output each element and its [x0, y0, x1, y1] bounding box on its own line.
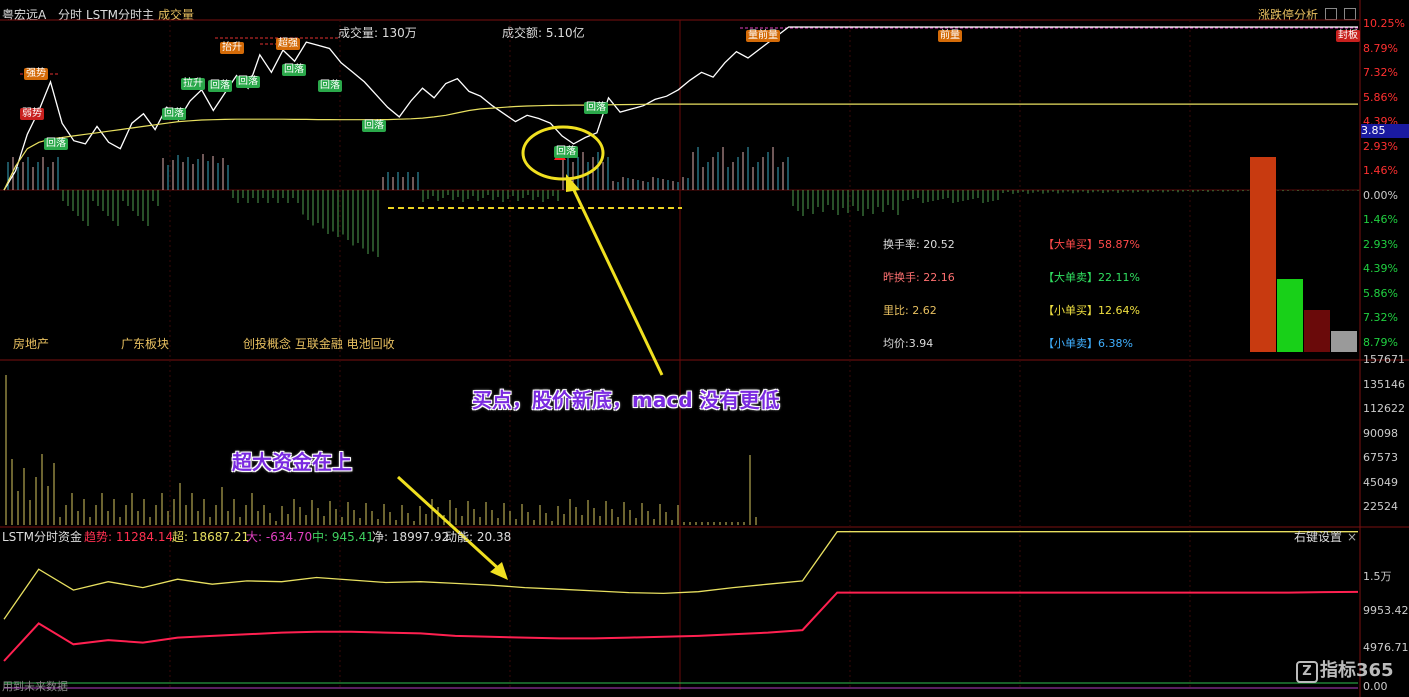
fund-super: 超: 18687.21 — [172, 530, 250, 544]
order-ratio-bar-大单买 — [1250, 157, 1276, 352]
watermark-text: 指标365 — [1320, 660, 1394, 681]
fund-momentum: 动能: 20.38 — [445, 530, 512, 544]
price-axis-label: 8.79% — [1363, 335, 1398, 349]
fund-axis-label: 1.5万 — [1363, 570, 1392, 583]
signal-tag-retrace: 回落 — [44, 138, 68, 150]
sector-realestate[interactable]: 房地产 — [13, 337, 49, 351]
fund-big: 大: -634.70 — [246, 530, 313, 544]
signal-tag-lift: 抬升 — [220, 42, 244, 54]
price-axis-label: 7.32% — [1363, 311, 1398, 324]
signal-tag-front-vol: 前量 — [938, 30, 962, 42]
price-axis-label: 0.00% — [1363, 188, 1398, 202]
volume-axis-label: 45049 — [1363, 475, 1398, 489]
big-buy-ratio: 【大单买】58.87% — [1043, 238, 1140, 251]
signal-tag-retrace: 回落 — [318, 80, 342, 92]
price-axis-label: 1.46% — [1363, 164, 1398, 177]
fund-mid: 中: 945.41 — [312, 530, 374, 544]
avg-price: 均价:3.94 — [883, 337, 934, 350]
sector-concepts[interactable]: 创投概念 互联金融 电池回收 — [243, 337, 395, 351]
fund-net: 净: 18997.92 — [372, 530, 450, 544]
price-axis-label: 1.46% — [1363, 213, 1398, 226]
super-fund-annotation: 超大资金在上 — [232, 450, 352, 474]
fund-trend: 趋势: 11284.14 — [84, 530, 174, 544]
fund-panel-title: LSTM分时资金 — [2, 530, 82, 544]
signal-tag-retrace: 回落 — [208, 80, 232, 92]
volume-axis-label: 157671 — [1363, 353, 1405, 366]
future-data-note: 用到未来数据 — [2, 680, 68, 693]
signal-tag-retrace: 回落 — [362, 120, 386, 132]
fund-axis-label: 4976.71 — [1363, 641, 1409, 654]
price-axis-label: 5.86% — [1363, 286, 1398, 300]
volume-axis-label: 135146 — [1363, 377, 1405, 391]
price-axis-label: 7.32% — [1363, 66, 1398, 79]
fund-axis-label: 9953.42 — [1363, 604, 1409, 617]
signal-tag-weak: 弱势 — [20, 108, 44, 120]
fund-super-line — [3, 531, 1358, 620]
signal-tag-retrace: 回落 — [584, 102, 608, 114]
current-price-box: 3.85 — [1361, 124, 1409, 138]
small-sell-ratio: 【小单卖】6.38% — [1043, 337, 1133, 350]
volume-axis-label: 90098 — [1363, 426, 1398, 440]
signal-tag-pull: 拉升 — [181, 78, 205, 90]
volume-ratio: 里比: 2.62 — [883, 304, 937, 317]
price-axis-label: 10.25% — [1363, 17, 1405, 30]
price-axis-label: 4.39% — [1363, 262, 1398, 275]
price-axis-label: 5.86% — [1363, 90, 1398, 104]
prev-turnover: 昨换手: 22.16 — [883, 271, 955, 284]
volume-axis-label: 112622 — [1363, 402, 1405, 415]
small-buy-ratio: 【小单买】12.64% — [1043, 304, 1140, 317]
average-price-line — [3, 103, 1358, 191]
annotation-arrow-buy — [570, 185, 664, 376]
price-axis-label: 2.93% — [1363, 237, 1398, 251]
volume-axis-label: 67573 — [1363, 451, 1398, 464]
volume-axis-label: 22524 — [1363, 500, 1398, 513]
signal-tag-strong: 强势 — [24, 68, 48, 80]
price-axis-label: 2.93% — [1363, 139, 1398, 153]
turnover-rate: 换手率: 20.52 — [883, 238, 955, 251]
right-click-settings-button[interactable]: 右键设置 — [1294, 530, 1342, 544]
signal-tag-retrace: 回落 — [162, 108, 186, 120]
price-axis-label: 8.79% — [1363, 41, 1398, 55]
signal-tag-upper-strong: 超强 — [276, 38, 300, 50]
signal-tag-retrace: 回落 — [282, 64, 306, 76]
watermark-logo-icon: Z — [1296, 661, 1318, 683]
signal-tag-retrace: 回落 — [236, 76, 260, 88]
signal-tag-vol-front: 量前量 — [746, 30, 780, 42]
order-ratio-bar-小单买 — [1304, 310, 1330, 352]
order-ratio-bar-小单卖 — [1331, 330, 1357, 352]
fund-trend-line — [3, 590, 1359, 662]
buy-point-annotation: 买点，股价新底，macd 没有更低 — [472, 388, 780, 412]
sector-guangdong[interactable]: 广东板块 — [121, 337, 169, 351]
big-sell-ratio: 【大单卖】22.11% — [1043, 271, 1140, 284]
price-line — [3, 26, 1358, 191]
signal-tag-seal: 封板 — [1336, 30, 1360, 42]
close-icon[interactable]: × — [1347, 530, 1357, 544]
annotation-arrow-fund — [396, 475, 502, 572]
chart-canvas — [0, 0, 1409, 697]
signal-tag-retrace: 回落 — [554, 146, 578, 158]
order-ratio-bar-大单卖 — [1277, 278, 1303, 352]
